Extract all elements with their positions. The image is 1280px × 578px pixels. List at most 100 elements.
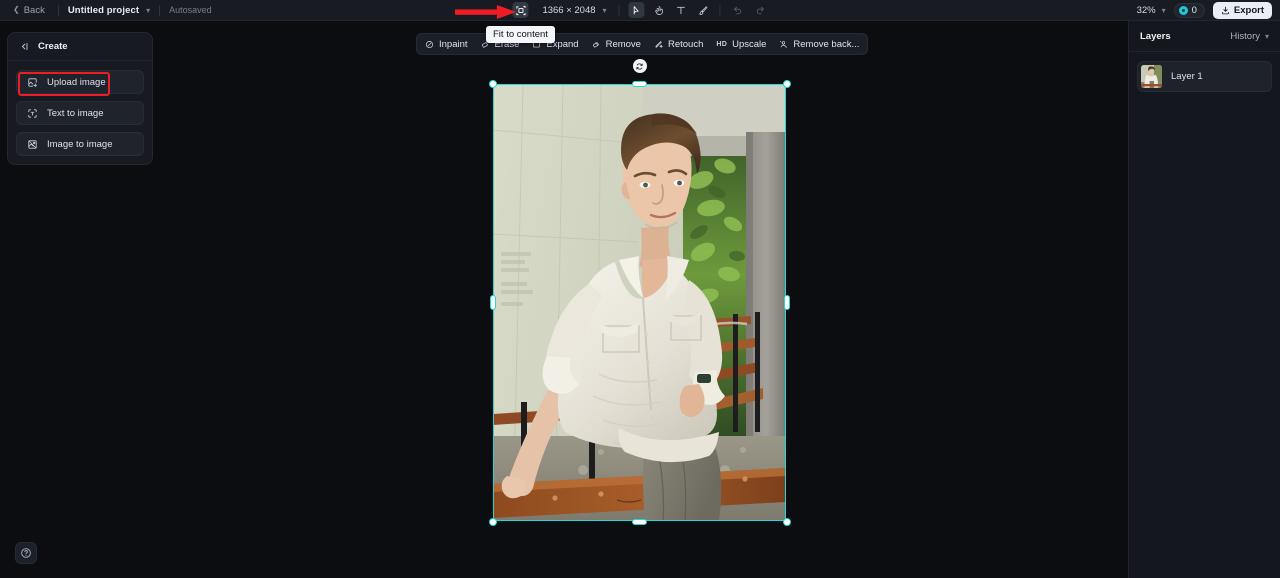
upscale-action[interactable]: HD Upscale — [716, 39, 766, 50]
topbar-center-group: 1366 × 2048 ▾ — [512, 0, 767, 21]
layer-thumbnail-graphic — [1141, 65, 1162, 88]
question-mark-icon — [21, 548, 31, 558]
tab-history[interactable]: History ▾ — [1230, 31, 1269, 42]
fit-to-content-tooltip: Fit to content — [486, 26, 555, 43]
image-stack-icon — [28, 139, 37, 149]
create-panel-title: Create — [38, 41, 68, 52]
chevron-down-icon: ▾ — [602, 5, 607, 15]
remove-background-action[interactable]: Remove back... — [779, 39, 859, 50]
chevron-down-icon[interactable]: ▾ — [146, 6, 150, 15]
resize-handle-top-right[interactable] — [782, 79, 791, 88]
resize-handle-bottom-left[interactable] — [488, 517, 497, 526]
remove-background-icon — [780, 40, 788, 48]
create-panel: Create Upload image Text to image Image … — [7, 32, 153, 165]
text-tool-button[interactable] — [673, 2, 689, 18]
image-plus-icon — [28, 77, 38, 87]
cursor-arrow-icon — [633, 5, 639, 14]
chevron-down-icon: ▾ — [1161, 6, 1166, 15]
tool-group — [628, 2, 711, 18]
export-label: Export — [1233, 5, 1264, 16]
fit-to-content-icon — [515, 5, 526, 15]
chevron-down-icon: ▾ — [1264, 32, 1269, 41]
back-button[interactable]: ❮ Back — [9, 3, 49, 18]
rotate-handle[interactable] — [632, 59, 647, 73]
top-toolbar: ❮ Back Untitled project ▾ Autosaved 1366… — [0, 0, 1280, 21]
retouch-action[interactable]: Retouch — [654, 39, 703, 50]
zoom-level-selector[interactable]: 32% ▾ — [1137, 5, 1166, 16]
download-icon — [1221, 6, 1229, 15]
remove-icon — [592, 41, 599, 47]
export-button[interactable]: Export — [1212, 2, 1272, 19]
hand-tool-button[interactable] — [651, 2, 667, 18]
canvas-area[interactable]: Inpaint Erase Expand Remove Retouch HD U… — [0, 21, 1128, 578]
canvas-size-selector[interactable]: 1366 × 2048 ▾ — [539, 3, 609, 18]
zoom-level-label: 32% — [1136, 5, 1156, 16]
tab-layers[interactable]: Layers — [1140, 31, 1171, 42]
resize-handle-top-left[interactable] — [488, 79, 497, 88]
image-to-image-label: Image to image — [47, 138, 113, 150]
divider — [57, 4, 59, 16]
upscale-label: Upscale — [732, 38, 767, 50]
hd-badge: HD — [716, 40, 728, 48]
remove-action[interactable]: Remove — [592, 39, 641, 50]
history-group — [730, 2, 768, 18]
rotate-icon — [636, 62, 643, 70]
chevron-left-icon: ❮ — [13, 5, 20, 14]
divider — [719, 4, 721, 16]
resize-handle-left[interactable] — [489, 295, 496, 310]
layer-name: Layer 1 — [1171, 71, 1203, 82]
text-to-image-button[interactable]: Text to image — [16, 101, 144, 125]
layers-panel: Layers History ▾ Layer 1 — [1128, 21, 1280, 578]
text-t-icon — [676, 6, 685, 14]
selection-frame — [493, 84, 786, 521]
remove-background-label: Remove back... — [793, 38, 860, 50]
hand-icon — [654, 5, 663, 15]
history-label: History — [1230, 31, 1260, 42]
redo-button[interactable] — [752, 2, 768, 18]
layers-panel-header: Layers History ▾ — [1129, 21, 1280, 52]
image-selection[interactable] — [488, 59, 791, 526]
select-tool-button[interactable] — [628, 2, 645, 18]
undo-arrow-icon — [733, 6, 741, 14]
app-root: ❮ Back Untitled project ▾ Autosaved 1366… — [0, 0, 1280, 578]
text-to-image-label: Text to image — [47, 107, 104, 119]
retouch-icon — [655, 40, 663, 48]
text-box-icon — [28, 108, 37, 118]
resize-handle-bottom[interactable] — [632, 518, 647, 525]
brush-tool-button[interactable] — [695, 2, 711, 18]
layer-list: Layer 1 — [1129, 52, 1280, 101]
resize-handle-bottom-right[interactable] — [782, 517, 791, 526]
divider — [159, 4, 161, 16]
autosaved-status: Autosaved — [169, 5, 212, 15]
credits-badge[interactable]: 0 — [1173, 3, 1205, 18]
upload-image-label: Upload image — [47, 76, 106, 88]
image-to-image-button[interactable]: Image to image — [16, 132, 144, 156]
back-label: Back — [23, 4, 45, 16]
image-actions-toolbar: Inpaint Erase Expand Remove Retouch HD U… — [416, 33, 869, 55]
undo-button[interactable] — [730, 2, 746, 18]
fit-to-content-button[interactable] — [512, 2, 529, 18]
upload-image-button[interactable]: Upload image — [16, 70, 144, 94]
topbar-right-group: 32% ▾ 0 Export — [1137, 0, 1272, 21]
collapse-panel-icon[interactable] — [19, 41, 30, 52]
create-panel-header: Create — [8, 33, 152, 61]
inpaint-icon — [426, 40, 433, 48]
create-options-list: Upload image Text to image Image to imag… — [8, 61, 152, 156]
resize-handle-right[interactable] — [783, 295, 790, 310]
help-button[interactable] — [15, 542, 37, 564]
topbar-left-group: ❮ Back Untitled project ▾ Autosaved — [0, 3, 212, 18]
layer-list-item[interactable]: Layer 1 — [1137, 61, 1272, 92]
retouch-label: Retouch — [667, 38, 704, 50]
credits-count: 0 — [1191, 5, 1197, 16]
remove-label: Remove — [605, 38, 641, 50]
canvas-dimensions-label: 1366 × 2048 — [542, 4, 596, 16]
coin-icon — [1178, 6, 1188, 15]
inpaint-label: Inpaint — [439, 38, 468, 50]
resize-handle-top[interactable] — [632, 80, 647, 87]
brush-icon — [698, 5, 707, 15]
redo-arrow-icon — [756, 6, 764, 14]
divider — [618, 4, 620, 16]
inpaint-action[interactable]: Inpaint — [425, 39, 468, 50]
layer-thumbnail — [1141, 65, 1162, 88]
project-title: Untitled project — [67, 4, 140, 16]
